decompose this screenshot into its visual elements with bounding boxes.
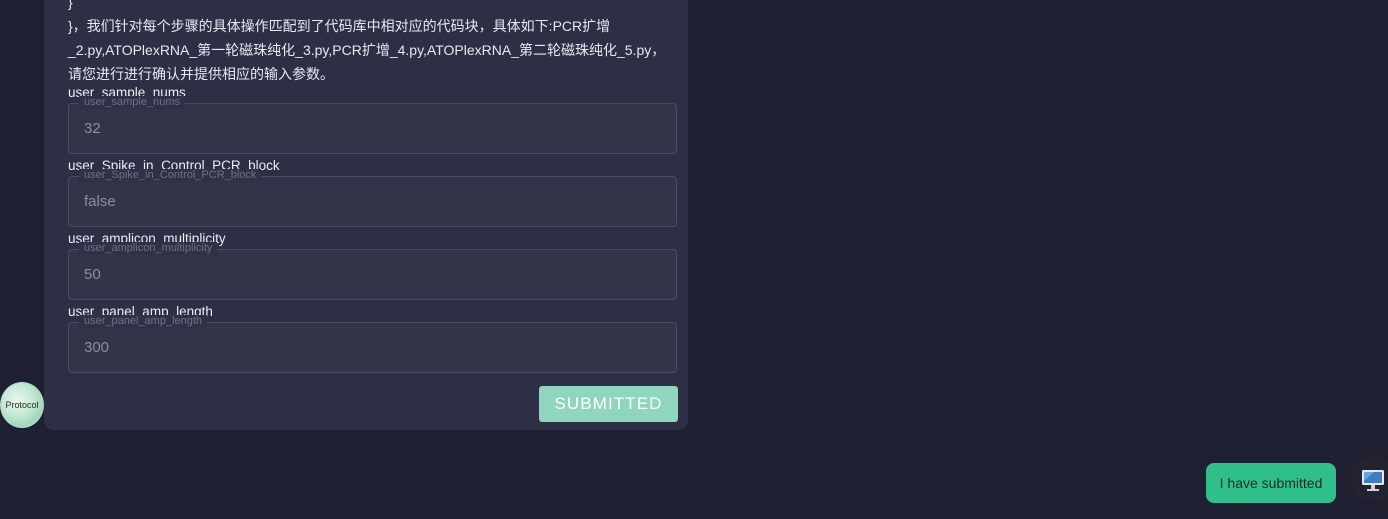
panel-amp-length-input[interactable]: user_panel_amp_length 300 [68,315,677,373]
field-value: 32 [84,120,101,137]
user-message-bubble: I have submitted [1206,463,1336,503]
user-avatar [1350,456,1388,502]
spike-in-control-input[interactable]: user_Spike_in_Control_PCR_block false [68,169,677,227]
bot-message-bubble: } }，我们针对每个步骤的具体操作匹配到了代码库中相对应的代码块，具体如下:PC… [44,0,688,430]
amplicon-multiplicity-input[interactable]: user_amplicon_multiplicity 50 [68,242,677,300]
field-legend: user_sample_nums [79,96,185,109]
submitted-button[interactable]: SUBMITTED [539,386,678,422]
field-legend: user_amplicon_multiplicity [79,242,218,255]
bot-message-text: }，我们针对每个步骤的具体操作匹配到了代码库中相对应的代码块，具体如下:PCR扩… [68,18,666,82]
bot-avatar-label: Protocol [5,400,39,410]
field-value: 300 [84,339,110,356]
field-legend: user_panel_amp_length [79,315,208,328]
monitor-icon [1362,470,1384,491]
bot-avatar: Protocol [0,382,44,428]
field-value: false [84,193,116,210]
sample-nums-input[interactable]: user_sample_nums 32 [68,96,677,154]
closing-brace: } [68,0,73,10]
field-legend: user_Spike_in_Control_PCR_block [79,169,262,182]
user-message-text: I have submitted [1219,475,1323,491]
field-value: 50 [84,266,101,283]
chat-window: } }，我们针对每个步骤的具体操作匹配到了代码库中相对应的代码块，具体如下:PC… [0,0,1388,519]
